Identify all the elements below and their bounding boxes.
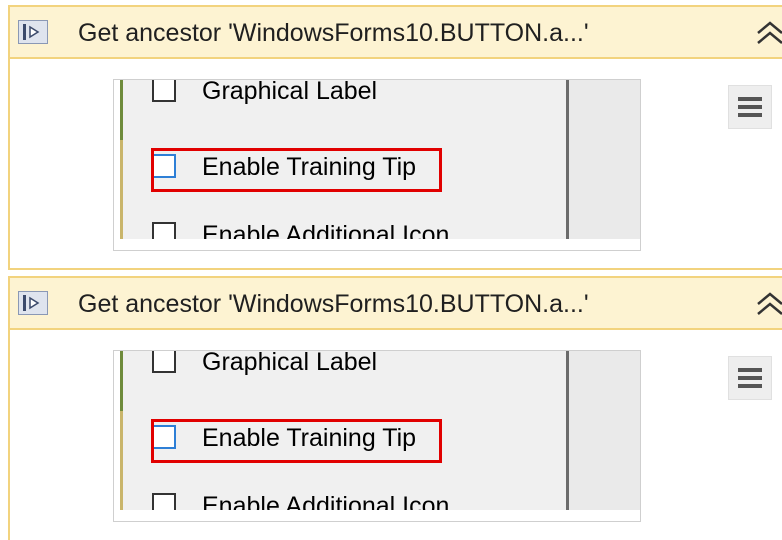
element-screenshot: Graphical Label Enable Training Tip Enab… xyxy=(113,79,641,251)
activity-title: Get ancestor 'WindowsForms10.BUTTON.a...… xyxy=(78,19,589,47)
element-screenshot: Graphical Label Enable Training Tip Enab… xyxy=(113,350,641,522)
activity-card[interactable]: Get ancestor 'WindowsForms10.BUTTON.a...… xyxy=(8,5,782,270)
target-highlight xyxy=(151,419,442,463)
checkbox-label: Graphical Label xyxy=(202,79,378,105)
hamburger-menu-icon[interactable] xyxy=(728,356,772,400)
activity-card[interactable]: Get ancestor 'WindowsForms10.BUTTON.a...… xyxy=(8,276,782,540)
activity-icon xyxy=(18,291,48,315)
hamburger-menu-icon[interactable] xyxy=(728,85,772,129)
activity-title: Get ancestor 'WindowsForms10.BUTTON.a...… xyxy=(78,290,589,318)
collapse-chevron-icon[interactable] xyxy=(750,288,782,320)
activity-header[interactable]: Get ancestor 'WindowsForms10.BUTTON.a...… xyxy=(10,276,782,330)
checkbox xyxy=(152,80,176,102)
target-highlight xyxy=(151,148,442,192)
checkbox-label: Graphical Label xyxy=(202,350,378,376)
activity-icon xyxy=(18,20,48,44)
activity-header[interactable]: Get ancestor 'WindowsForms10.BUTTON.a...… xyxy=(10,5,782,59)
checkbox xyxy=(152,351,176,373)
collapse-chevron-icon[interactable] xyxy=(750,17,782,49)
